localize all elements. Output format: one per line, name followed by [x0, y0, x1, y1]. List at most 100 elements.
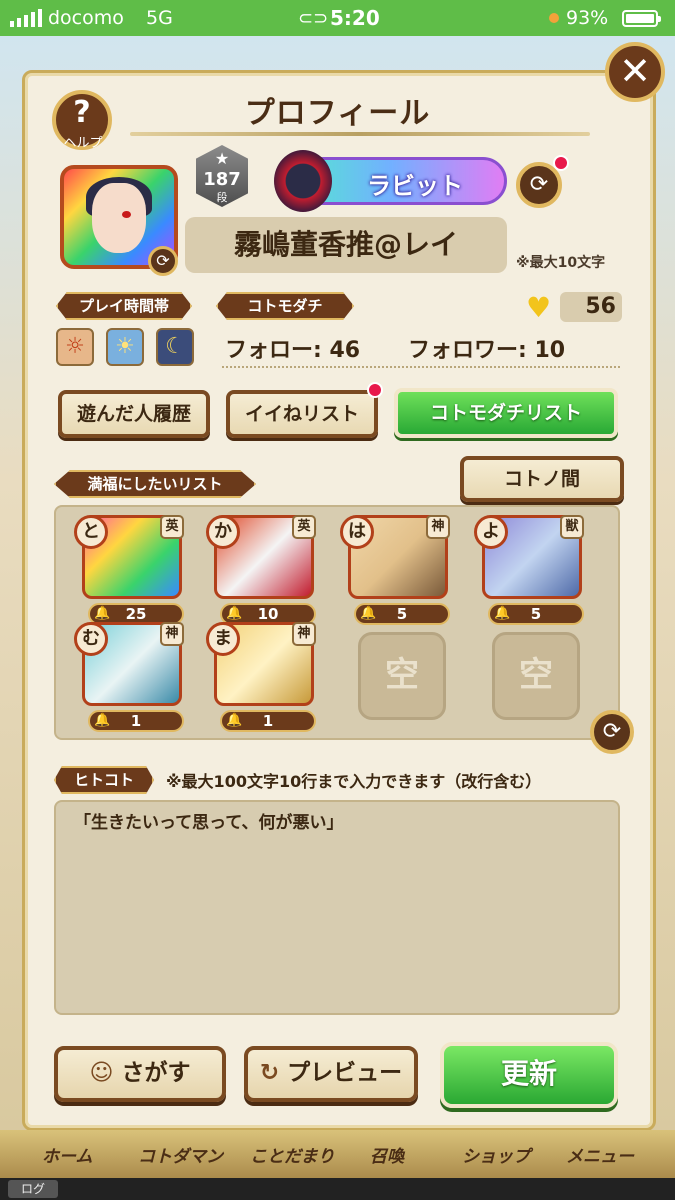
bell-icon: 🔔	[360, 606, 377, 621]
help-button[interactable]: ? ヘルプ	[52, 90, 112, 151]
log-bar: ログ	[0, 1178, 675, 1200]
battery-percent: 93%	[566, 7, 609, 29]
card-count: 25	[125, 605, 147, 623]
update-button[interactable]: 更新	[440, 1042, 618, 1108]
fav-card[interactable]: ま 神 🔔 1	[206, 622, 318, 732]
network-type: 5G	[146, 7, 173, 29]
bell-icon: 🔔	[94, 606, 111, 621]
card-count: 1	[130, 712, 142, 730]
hitokoto-note: ※最大100文字10行まで入力できます（改行含む）	[166, 772, 542, 791]
card-count: 5	[396, 605, 408, 623]
avatar-face	[92, 183, 146, 253]
bell-icon: 🔔	[226, 606, 243, 621]
card-type: 獣	[560, 515, 584, 539]
signal-icon	[10, 9, 42, 27]
close-button[interactable]: ✕	[605, 42, 665, 102]
status-bar: docomo 5G ⊂⊃ 5:20 93%	[0, 0, 675, 36]
card-kana: か	[206, 515, 240, 549]
title-divider	[130, 132, 590, 136]
fav-list-label: 満福にしたいリスト	[54, 470, 256, 498]
hitokoto-text: 「生きたいって思って、何が悪い」	[74, 813, 344, 833]
name-note: ※最大10文字	[516, 255, 606, 271]
hitokoto-label: ヒトコト	[54, 766, 154, 794]
link-icon: ⊂⊃	[298, 8, 329, 29]
title-emblem-icon	[274, 150, 332, 212]
play-time-label: プレイ時間帯	[56, 292, 192, 320]
card-type: 英	[292, 515, 316, 539]
played-history-button[interactable]: 遊んだ人履歴	[58, 390, 210, 438]
notification-dot	[553, 155, 569, 171]
search-label: さがす	[121, 1060, 191, 1086]
night-icon[interactable]: ☾	[156, 328, 194, 366]
bell-icon: 🔔	[494, 606, 511, 621]
card-kana: む	[74, 622, 108, 656]
follower-count: フォロワー: 10	[408, 338, 566, 363]
carrier: docomo	[48, 7, 124, 29]
title-badge[interactable]: ラビット	[274, 150, 507, 212]
heart-icon: ♥	[526, 291, 552, 324]
card-type: 神	[426, 515, 450, 539]
kotomodachi-label: コトモダチ	[216, 292, 354, 320]
fav-card[interactable]: よ 獣 🔔 5	[474, 515, 586, 625]
empty-slot[interactable]: 空	[492, 632, 580, 720]
nav-item-menu[interactable]: メニュー	[566, 1142, 634, 1167]
nav-item-kotodaman[interactable]: コトダマン	[138, 1142, 223, 1167]
log-button[interactable]: ログ	[8, 1180, 58, 1198]
like-list-button[interactable]: イイねリスト	[226, 390, 378, 438]
bell-icon: 🔔	[226, 713, 243, 728]
divider	[222, 366, 620, 368]
rank-badge: ★ 187 段	[196, 145, 248, 207]
avatar-refresh-icon[interactable]: ⟳	[148, 246, 178, 276]
morning-icon[interactable]: ☼	[56, 328, 94, 366]
fav-card[interactable]: は 神 🔔 5	[340, 515, 452, 625]
nav-item-shop[interactable]: ショップ	[462, 1142, 530, 1167]
rank-star-icon: ★	[214, 149, 230, 168]
card-count: 5	[530, 605, 542, 623]
nav-item-summon[interactable]: 召喚	[370, 1142, 404, 1167]
question-icon: ?	[73, 95, 91, 130]
fav-card[interactable]: む 神 🔔 1	[74, 622, 186, 732]
card-type: 神	[292, 622, 316, 646]
kotomodachi-list-label: コトモダチリスト	[429, 402, 582, 424]
fav-card[interactable]: か 英 🔔 10	[206, 515, 318, 625]
card-kana: は	[340, 515, 374, 549]
like-list-notification-dot	[367, 382, 383, 398]
nav-item-kotodamari[interactable]: ことだまり	[250, 1142, 335, 1167]
card-count-bar: 🔔 5	[488, 603, 584, 625]
card-count-bar: 🔔 1	[88, 710, 184, 732]
kotomodachi-list-button[interactable]: コトモダチリスト	[394, 388, 618, 438]
bottom-nav: ホーム コトダマン ことだまり 召喚 ショップ メニュー	[0, 1130, 675, 1180]
avatar-eye	[122, 211, 131, 218]
card-kana: と	[74, 515, 108, 549]
clock: 5:20	[330, 6, 380, 30]
search-button[interactable]: ☺ さがす	[54, 1046, 226, 1102]
card-count-bar: 🔔 1	[220, 710, 316, 732]
fav-card[interactable]: と 英 🔔 25	[74, 515, 186, 625]
card-count: 1	[262, 712, 274, 730]
heart-count: 56	[560, 292, 622, 322]
help-label: ヘルプ	[63, 136, 103, 151]
preview-icon: ↻	[259, 1060, 280, 1086]
name-field[interactable]: 霧嶋董香推@レイ	[185, 217, 507, 273]
battery-icon	[622, 10, 661, 27]
empty-slot[interactable]: 空	[358, 632, 446, 720]
preview-button[interactable]: ↻ プレビュー	[244, 1046, 418, 1102]
card-count-bar: 🔔 5	[354, 603, 450, 625]
rank-number: 187	[203, 169, 241, 190]
card-count: 10	[257, 605, 279, 623]
fav-list-refresh-button[interactable]: ⟳	[590, 710, 634, 754]
hitokoto-textarea[interactable]: 「生きたいって思って、何が悪い」	[54, 800, 620, 1015]
nav-item-home[interactable]: ホーム	[42, 1142, 93, 1167]
card-kana: ま	[206, 622, 240, 656]
preview-label: プレビュー	[287, 1060, 403, 1086]
card-type: 神	[160, 622, 184, 646]
add-person-icon: ☺	[89, 1060, 114, 1086]
day-icon[interactable]: ☀	[106, 328, 144, 366]
card-type: 英	[160, 515, 184, 539]
rank-unit: 段	[216, 191, 228, 204]
kotonoma-button[interactable]: コトノ間	[460, 456, 624, 502]
privacy-dot-icon	[549, 13, 559, 23]
follow-count: フォロー: 46	[225, 338, 361, 363]
title-badge-label: ラビット	[367, 172, 463, 200]
card-kana: よ	[474, 515, 508, 549]
